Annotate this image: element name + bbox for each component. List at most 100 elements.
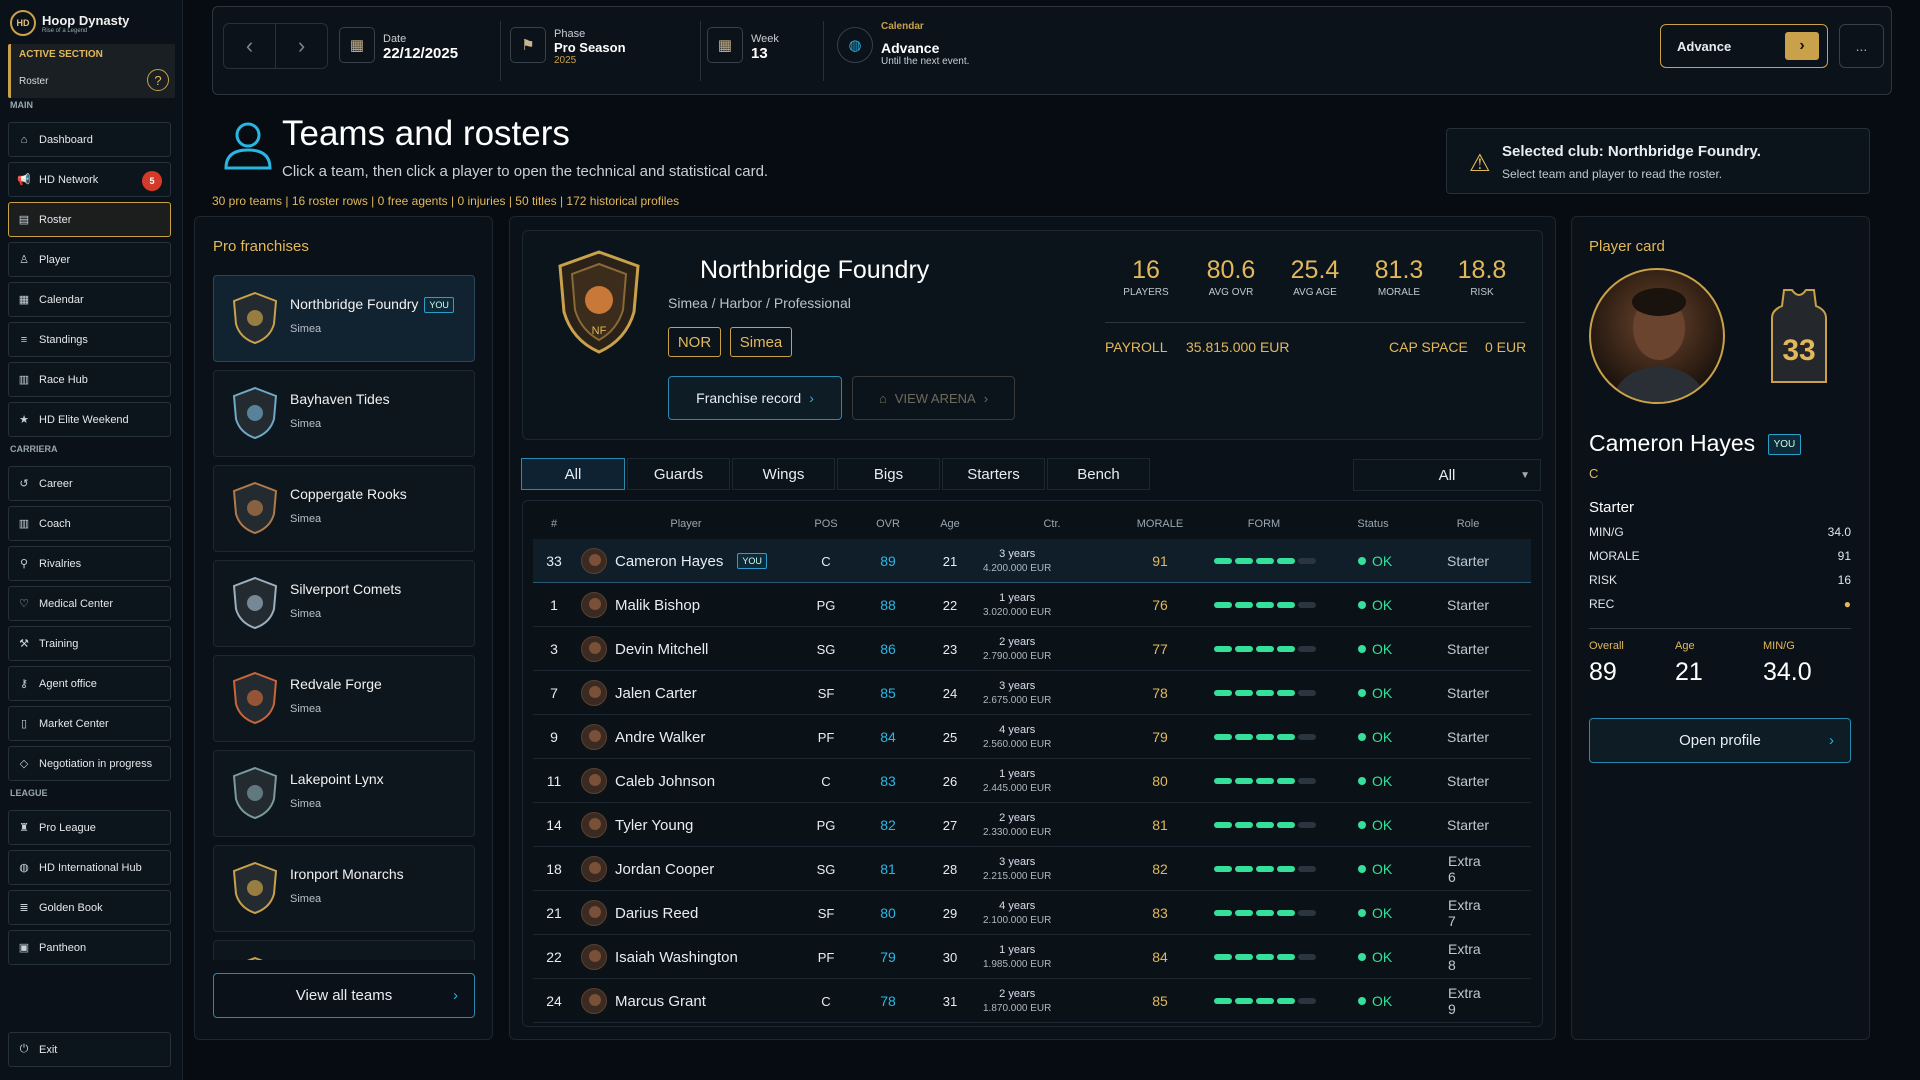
calendar-label: Calendar — [881, 21, 924, 32]
help-icon[interactable]: ? — [147, 69, 169, 91]
column-header[interactable]: Role — [1428, 518, 1508, 530]
form-bar — [1214, 803, 1316, 847]
form-bar-segment — [1256, 646, 1274, 652]
player-role: Extra 7 — [1448, 897, 1481, 929]
sidebar-item-hd-elite-weekend[interactable]: ★ HD Elite Weekend — [8, 402, 171, 437]
sidebar-item-market-center[interactable]: ▯ Market Center — [8, 706, 171, 741]
sidebar-item-hd-international-hub[interactable]: ◍ HD International Hub — [8, 850, 171, 885]
status-ok: OK — [1358, 715, 1392, 759]
view-arena-button[interactable]: ⌂ VIEW ARENA › — [852, 376, 1015, 420]
player-position: C — [1589, 466, 1599, 481]
back-arrow-icon[interactable]: ‹ — [224, 24, 276, 68]
table-row[interactable]: 9 Andre Walker PF 84 25 4 years 2.560.000 EUR 7… — [533, 715, 1531, 759]
forward-arrow-icon[interactable]: › — [276, 24, 327, 68]
contract-years: 1 years — [999, 768, 1036, 780]
sidebar-item-training[interactable]: ⚒ Training — [8, 626, 171, 661]
club-stat-value: 25.4 — [1290, 256, 1340, 284]
sidebar-item-player[interactable]: ♙ Player — [8, 242, 171, 277]
jersey-number: 33 — [546, 553, 562, 569]
contract-cell: 2 years 2.330.000 EUR — [983, 803, 1051, 847]
table-row[interactable]: 18 Jordan Cooper SG 81 28 3 years 2.215.000 EU… — [533, 847, 1531, 891]
sidebar-item-race-hub[interactable]: ▥ Race Hub — [8, 362, 171, 397]
view-all-teams-button[interactable]: View all teams › — [213, 973, 475, 1018]
column-header[interactable]: # — [514, 518, 594, 530]
sidebar-item-pantheon[interactable]: ▣ Pantheon — [8, 930, 171, 965]
player-age: 31 — [942, 993, 958, 1009]
sidebar-item-pro-league[interactable]: ♜ Pro League — [8, 810, 171, 845]
table-row[interactable]: 1 Malik Bishop PG 88 22 1 years 3.020.000 EUR 7… — [533, 583, 1531, 627]
column-header[interactable]: Player — [646, 518, 726, 530]
player-stat-label: MORALE — [1589, 549, 1640, 563]
more-button[interactable]: ... — [1839, 24, 1884, 68]
sidebar-item-medical-center[interactable]: ♡ Medical Center — [8, 586, 171, 621]
tab-bench[interactable]: Bench — [1047, 458, 1150, 490]
column-header[interactable]: Age — [910, 518, 990, 530]
tab-guards[interactable]: Guards — [627, 458, 730, 490]
sidebar-item-dashboard[interactable]: ⌂ Dashboard — [8, 122, 171, 157]
team-card[interactable]: Coppergate Rooks Simea — [213, 465, 475, 552]
table-row[interactable]: 22 Isaiah Washington PF 79 30 1 years 1.985.00… — [533, 935, 1531, 979]
open-profile-button[interactable]: Open profile › — [1589, 718, 1851, 763]
contract-cell: 3 years 2.675.000 EUR — [983, 671, 1051, 715]
open-profile-label: Open profile — [1679, 732, 1761, 749]
table-row[interactable]: 14 Tyler Young PG 82 27 2 years 2.330.000 EUR 8… — [533, 803, 1531, 847]
date-display: ▦ Date 22/12/2025 — [339, 17, 458, 63]
sidebar-item-golden-book[interactable]: ≣ Golden Book — [8, 890, 171, 925]
table-row[interactable]: 24 Marcus Grant C 78 31 2 years 1.870.000 EUR 8… — [533, 979, 1531, 1023]
sidebar-item-coach[interactable]: ▥ Coach — [8, 506, 171, 541]
column-header[interactable]: Status — [1333, 518, 1413, 530]
player-age: 30 — [942, 949, 958, 965]
team-card[interactable]: Ironport Monarchs Simea — [213, 845, 475, 932]
table-row[interactable]: 33 Cameron Hayes YOU C 89 21 3 years 4.200.000 … — [533, 539, 1531, 583]
sidebar-item-negotiation-in-progress[interactable]: ◇ Negotiation in progress — [8, 746, 171, 781]
form-bar-segment — [1235, 998, 1253, 1004]
tab-bigs[interactable]: Bigs — [837, 458, 940, 490]
player-morale: 81 — [1152, 817, 1168, 833]
app-title: Hoop Dynasty — [42, 12, 130, 28]
sidebar-item-agent-office[interactable]: ⚷ Agent office — [8, 666, 171, 701]
table-row[interactable]: 11 Caleb Johnson C 83 26 1 years 2.445.000 EUR… — [533, 759, 1531, 803]
form-bar-segment — [1277, 734, 1295, 740]
sidebar-item-label: Medical Center — [39, 597, 113, 610]
team-card[interactable]: Silverport Comets Simea — [213, 560, 475, 647]
role-filter-select[interactable]: All ▼ — [1353, 459, 1541, 491]
player-age: 23 — [942, 641, 958, 657]
form-bar-segment — [1277, 998, 1295, 1004]
tab-starters[interactable]: Starters — [942, 458, 1045, 490]
advance-button[interactable]: Advance › — [1660, 24, 1828, 68]
table-row[interactable]: 7 Jalen Carter SF 85 24 3 years 2.675.000 EUR 7… — [533, 671, 1531, 715]
sidebar-item-calendar[interactable]: ▦ Calendar — [8, 282, 171, 317]
sidebar-item-rivalries[interactable]: ⚲ Rivalries — [8, 546, 171, 581]
team-crest-icon — [232, 292, 278, 344]
table-row[interactable]: 21 Darius Reed SF 80 29 4 years 2.100.000 EUR 8… — [533, 891, 1531, 935]
status-ok: OK — [1358, 539, 1392, 583]
team-region: Simea — [290, 703, 322, 715]
form-bar-segment — [1256, 602, 1274, 608]
tab-all[interactable]: All — [521, 458, 625, 490]
sidebar-item-standings[interactable]: ≡ Standings — [8, 322, 171, 357]
exit-button[interactable]: ⏻ Exit — [8, 1032, 171, 1067]
app-logo[interactable]: HD Hoop Dynasty Rise of a Legend — [10, 10, 129, 36]
column-header[interactable]: MORALE — [1120, 518, 1200, 530]
franchise-record-button[interactable]: Franchise record › — [668, 376, 842, 420]
player-age: 25 — [942, 729, 958, 745]
sidebar-item-label: HD Elite Weekend — [39, 413, 129, 426]
player-ovr: 84 — [880, 729, 896, 745]
sidebar-item-roster[interactable]: ▤ Roster — [8, 202, 171, 237]
tab-wings[interactable]: Wings — [732, 458, 835, 490]
warning-icon: ⚠ — [1469, 150, 1491, 177]
player-ovr: 81 — [880, 861, 896, 877]
team-card[interactable]: Northbridge Foundry YOU Simea — [213, 275, 475, 362]
player-stat-label: RISK — [1589, 573, 1618, 587]
sidebar-item-hd-network[interactable]: 📢 HD Network 5 — [8, 162, 171, 197]
form-bar-segment — [1214, 558, 1232, 564]
team-card[interactable]: Lakepoint Lynx Simea — [213, 750, 475, 837]
player-age: 27 — [942, 817, 958, 833]
sidebar-item-career[interactable]: ↺ Career — [8, 466, 171, 501]
table-row[interactable]: 3 Devin Mitchell SG 86 23 2 years 2.790.000 EU… — [533, 627, 1531, 671]
status-ok: OK — [1358, 935, 1392, 979]
column-header[interactable]: FORM — [1224, 518, 1304, 530]
column-header[interactable]: Ctr. — [1012, 518, 1092, 530]
team-card[interactable]: Bayhaven Tides Simea — [213, 370, 475, 457]
team-card[interactable]: Redvale Forge Simea — [213, 655, 475, 742]
